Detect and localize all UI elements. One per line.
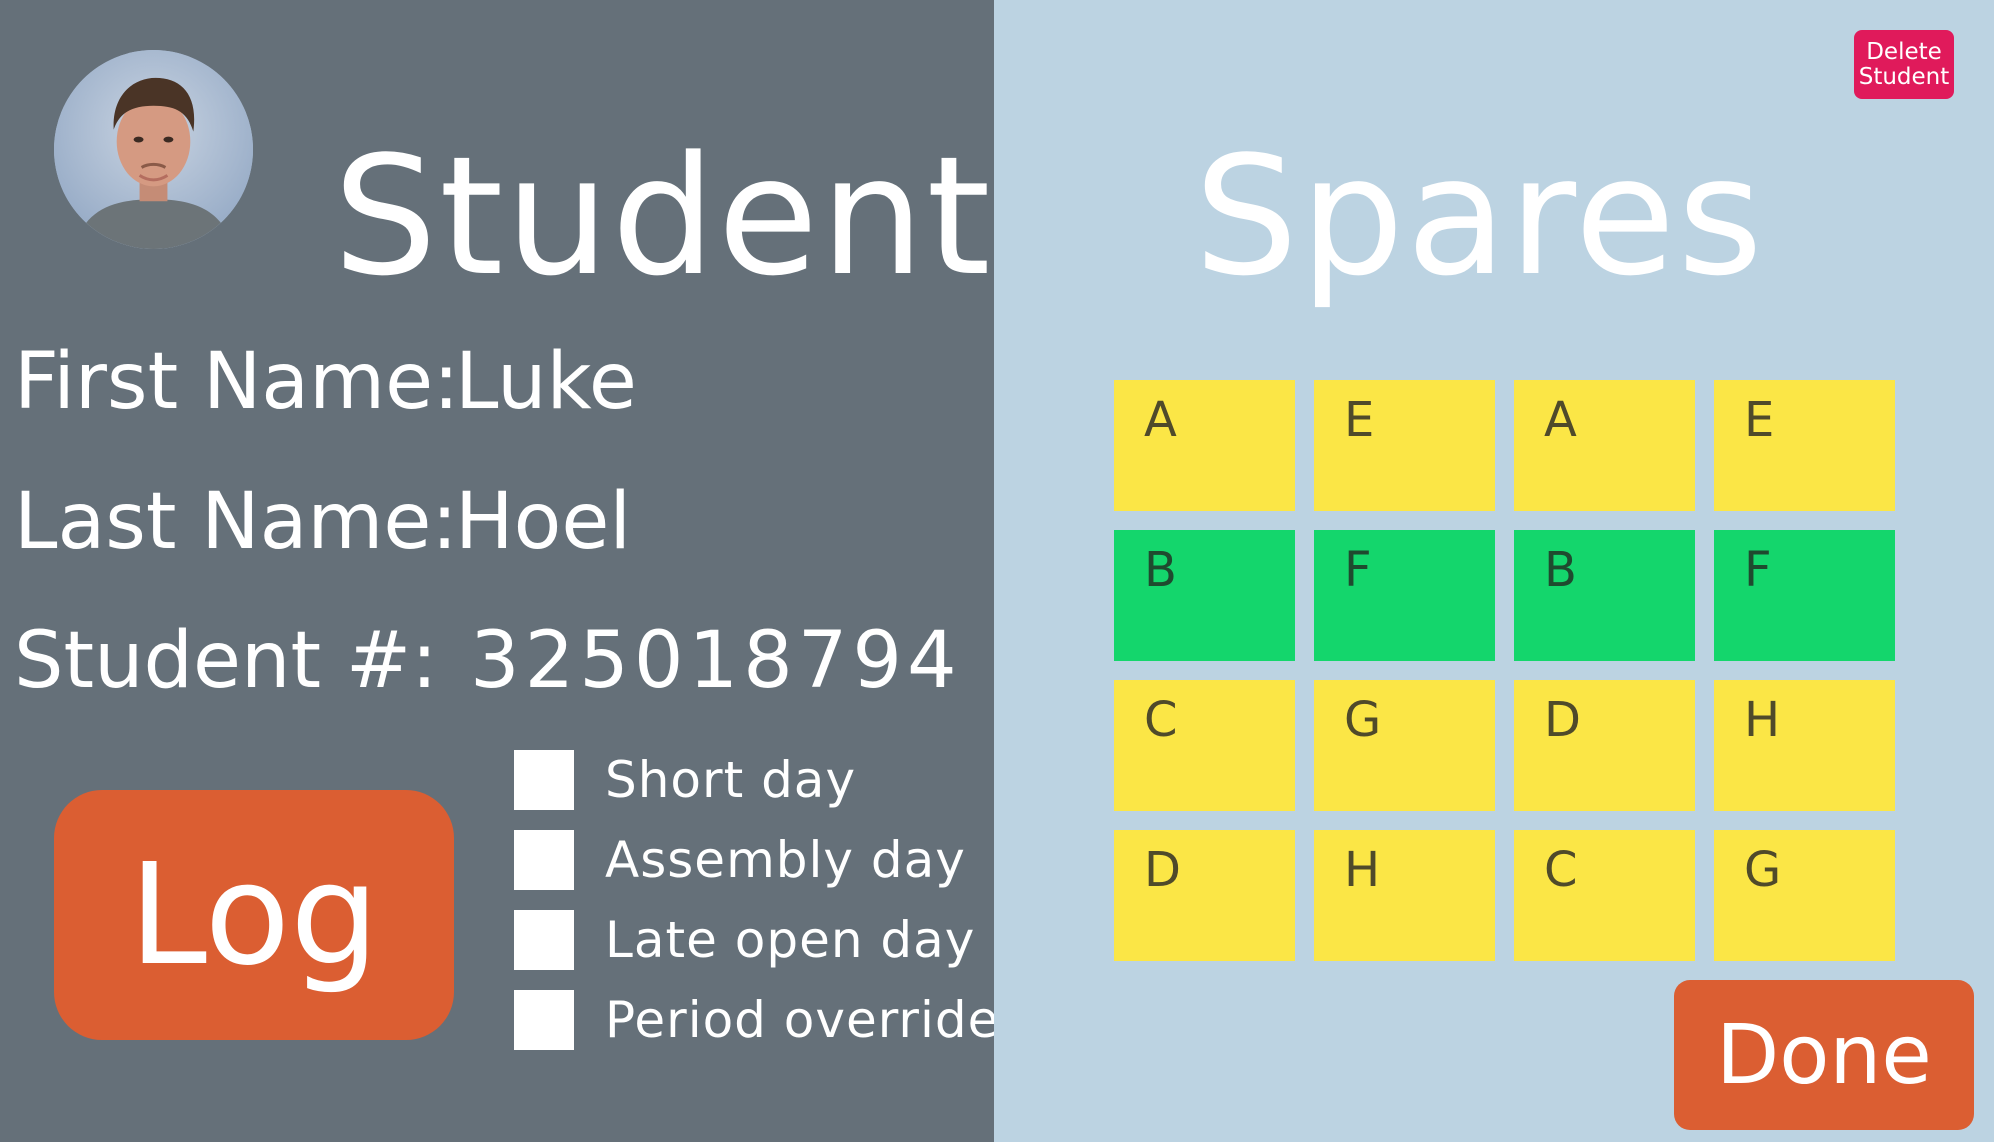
last-name-value: Hoel xyxy=(455,477,632,567)
student-title: Student xyxy=(333,121,993,312)
checkbox-box[interactable] xyxy=(514,830,574,890)
first-name-value: Luke xyxy=(455,337,637,427)
delete-student-button[interactable]: Delete Student xyxy=(1854,30,1954,99)
spare-cell-label: D xyxy=(1144,842,1181,898)
student-number-value: 325018794 xyxy=(470,616,962,706)
first-name-label: First Name: xyxy=(14,337,460,427)
spare-cell-r3-c1[interactable]: C xyxy=(1114,680,1295,811)
spare-cell-label: D xyxy=(1544,692,1581,748)
student-avatar xyxy=(54,50,253,249)
period-override-checkbox[interactable]: Period override xyxy=(514,990,999,1050)
last-name-label: Last Name: xyxy=(14,477,458,567)
spare-cell-r2-c1[interactable]: B xyxy=(1114,530,1295,661)
assembly-day-checkbox[interactable]: Assembly day xyxy=(514,830,966,890)
student-panel: Student First Name: Luke Last Name: Hoel… xyxy=(0,0,998,1142)
spare-cell-r4-c3[interactable]: C xyxy=(1514,830,1695,961)
student-number-label: Student #: xyxy=(14,616,438,706)
spare-cell-r3-c3[interactable]: D xyxy=(1514,680,1695,811)
spare-cell-label: E xyxy=(1344,392,1375,448)
checkbox-box[interactable] xyxy=(514,910,574,970)
spare-cell-r1-c3[interactable]: A xyxy=(1514,380,1695,511)
done-button[interactable]: Done xyxy=(1674,980,1974,1130)
spare-cell-label: G xyxy=(1744,842,1782,898)
spares-title: Spares xyxy=(1194,121,1765,312)
spare-cell-r4-c4[interactable]: G xyxy=(1714,830,1895,961)
spare-cell-label: G xyxy=(1344,692,1382,748)
late-open-day-checkbox[interactable]: Late open day xyxy=(514,910,975,970)
delete-label-line1: Delete xyxy=(1866,38,1942,65)
spare-cell-r1-c1[interactable]: A xyxy=(1114,380,1295,511)
spare-cell-r3-c4[interactable]: H xyxy=(1714,680,1895,811)
spare-cell-label: F xyxy=(1744,542,1772,598)
spare-cell-label: A xyxy=(1144,392,1177,448)
student-photo-icon xyxy=(54,50,253,249)
spare-cell-r1-c2[interactable]: E xyxy=(1314,380,1495,511)
spare-cell-label: F xyxy=(1344,542,1372,598)
checkbox-box[interactable] xyxy=(514,990,574,1050)
short-day-checkbox[interactable]: Short day xyxy=(514,750,856,810)
spare-cell-label: H xyxy=(1344,842,1381,898)
checkbox-label: Late open day xyxy=(605,911,976,969)
spare-cell-r4-c2[interactable]: H xyxy=(1314,830,1495,961)
spare-cell-r2-c2[interactable]: F xyxy=(1314,530,1495,661)
checkbox-label: Short day xyxy=(605,751,857,809)
spare-cell-label: H xyxy=(1744,692,1781,748)
checkbox-label: Assembly day xyxy=(605,831,966,889)
spare-cell-r2-c3[interactable]: B xyxy=(1514,530,1695,661)
spare-cell-r1-c4[interactable]: E xyxy=(1714,380,1895,511)
spare-cell-label: B xyxy=(1544,542,1577,598)
log-button[interactable]: Log xyxy=(54,790,454,1040)
checkbox-box[interactable] xyxy=(514,750,574,810)
spare-cell-r4-c1[interactable]: D xyxy=(1114,830,1295,961)
spare-cell-label: C xyxy=(1544,842,1578,898)
spare-cell-r2-c4[interactable]: F xyxy=(1714,530,1895,661)
spare-cell-label: E xyxy=(1744,392,1775,448)
spare-cell-label: C xyxy=(1144,692,1178,748)
spare-cell-r3-c2[interactable]: G xyxy=(1314,680,1495,811)
checkbox-label: Period override xyxy=(605,991,1000,1049)
spare-cell-label: B xyxy=(1144,542,1177,598)
delete-label-line2: Student xyxy=(1858,63,1950,90)
spare-cell-label: A xyxy=(1544,392,1577,448)
